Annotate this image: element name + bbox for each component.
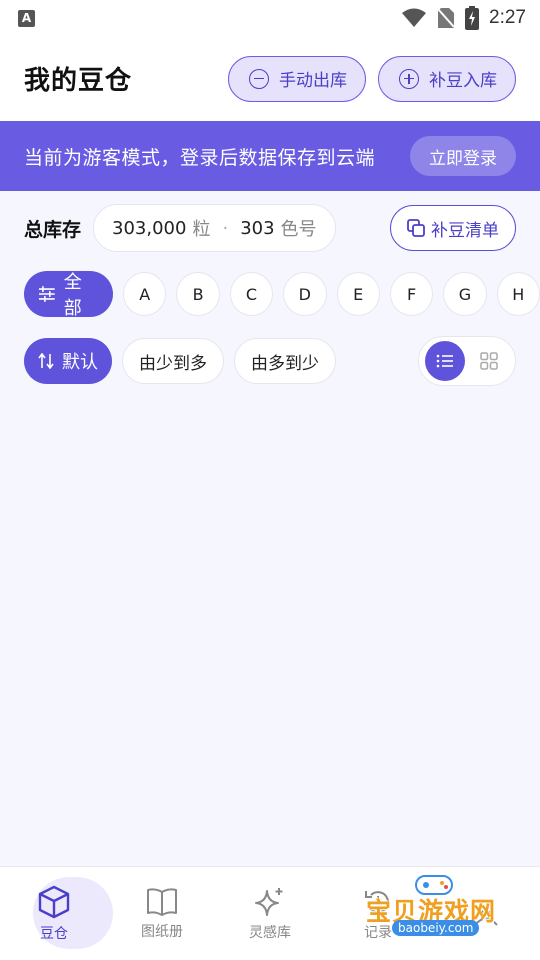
plus-circle-icon (399, 68, 419, 89)
bead-count-unit: 粒 (192, 219, 211, 240)
guest-mode-message: 当前为游客模式，登录后数据保存到云端 (24, 146, 376, 169)
filter-letter-g[interactable]: G (443, 272, 487, 316)
letter-filter-row: 全部 A B C D E F G H (24, 271, 540, 319)
copy-icon (407, 219, 425, 237)
filter-letter-f[interactable]: F (389, 272, 434, 316)
login-button[interactable]: 立即登录 (410, 136, 516, 176)
app-header: 我的豆仓 手动出库 补豆入库 (0, 36, 540, 121)
nav-item-bead-warehouse[interactable]: 豆仓 (0, 867, 108, 960)
list-view-button[interactable] (425, 341, 465, 381)
nav-item-pattern-book[interactable]: 图纸册 (108, 867, 216, 960)
restock-list-label: 补豆清单 (431, 220, 499, 241)
header-actions: 手动出库 补豆入库 (228, 55, 516, 102)
cube-icon (38, 885, 70, 918)
battery-charging-icon (465, 6, 480, 30)
book-icon (147, 887, 177, 916)
filter-letter-b[interactable]: B (176, 272, 220, 316)
page-title: 我的豆仓 (24, 66, 133, 96)
inventory-stats-chip: 303,000 粒 · 303 色号 (93, 204, 336, 252)
watermark-url: baobeiy.com (392, 920, 480, 936)
stats-separator: · (222, 217, 229, 239)
guest-mode-banner: 当前为游客模式，登录后数据保存到云端 立即登录 (0, 121, 540, 191)
minus-circle-icon (249, 68, 269, 89)
color-count: 303 (240, 217, 275, 239)
view-mode-toggle (418, 336, 516, 386)
notification-app-icon: A (18, 9, 35, 27)
nav-label-pattern-book: 图纸册 (141, 923, 183, 940)
sort-arrows-icon (38, 353, 54, 369)
filter-letter-c[interactable]: C (229, 272, 274, 316)
filter-sliders-icon (38, 286, 55, 302)
filter-letter-d[interactable]: D (283, 272, 327, 316)
filter-letter-e[interactable]: E (336, 272, 380, 316)
no-sim-icon (437, 8, 455, 28)
manual-stock-out-button[interactable]: 手动出库 (228, 55, 366, 102)
filter-all-chip[interactable]: 全部 (24, 271, 114, 319)
sort-descending-chip[interactable]: 由多到少 (234, 338, 336, 384)
grid-icon (480, 352, 498, 370)
sort-row: 默认 由少到多 由多到少 (24, 336, 516, 386)
sparkle-icon (255, 887, 283, 916)
filter-letter-a[interactable]: A (123, 272, 167, 316)
total-inventory-label: 总库存 (24, 218, 82, 241)
nav-item-inspiration[interactable]: 灵感库 (216, 867, 324, 960)
site-watermark: 宝贝游戏网 baobeiy.com (352, 870, 512, 950)
filter-letter-h[interactable]: H (496, 272, 540, 316)
nav-label-inspiration: 灵感库 (249, 924, 291, 941)
manual-stock-out-label: 手动出库 (279, 71, 347, 91)
bead-count: 303,000 (112, 217, 187, 239)
wifi-icon (402, 8, 427, 27)
sort-default-chip[interactable]: 默认 (24, 338, 112, 384)
restock-in-button[interactable]: 补豆入库 (378, 55, 516, 102)
grid-view-button[interactable] (469, 341, 509, 381)
sort-default-label: 默认 (62, 352, 98, 373)
status-bar: A 2:27 (0, 0, 540, 36)
clock: 2:27 (489, 7, 526, 28)
filter-all-label: 全部 (63, 272, 82, 319)
nav-label-bead-warehouse: 豆仓 (40, 925, 68, 942)
inventory-summary: 总库存 303,000 粒 · 303 色号 补豆清单 (24, 204, 516, 252)
sort-ascending-chip[interactable]: 由少到多 (122, 338, 224, 384)
color-count-unit: 色号 (280, 219, 317, 240)
restock-list-button[interactable]: 补豆清单 (390, 205, 516, 251)
list-icon (436, 354, 453, 368)
restock-in-label: 补豆入库 (429, 71, 497, 91)
